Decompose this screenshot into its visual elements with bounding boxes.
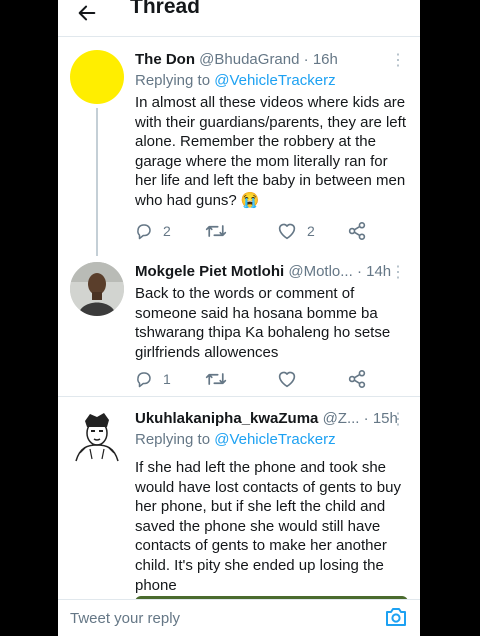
replying-to-mention[interactable]: @VehicleTrackerz	[214, 431, 335, 448]
replying-to: Replying to @VehicleTrackerz	[135, 71, 408, 91]
tweet-meta: Ukuhlakanipha_kwaZuma @Z... · 15h	[135, 409, 408, 429]
retweet-icon	[205, 225, 227, 237]
timestamp: 16h	[312, 51, 338, 68]
display-name[interactable]: The Don	[135, 51, 195, 68]
avatar[interactable]	[70, 262, 124, 316]
share-button[interactable]	[347, 368, 367, 390]
like-button[interactable]	[277, 368, 307, 390]
tweet[interactable]: ⋮ Ukuhlakanipha_kwaZuma @Z... · 15h Repl…	[58, 397, 420, 600]
tweet-text: Back to the words or comment of someone …	[135, 285, 391, 361]
replying-to: Replying to @VehicleTrackerz	[135, 430, 408, 450]
page-title: Thread	[130, 0, 201, 18]
avatar[interactable]	[70, 409, 124, 463]
thread-screen: ⋮ The Don @BhudaGrand · 16h Replying to …	[58, 0, 420, 636]
like-button[interactable]: 2	[277, 220, 315, 242]
reply-icon	[137, 372, 151, 388]
tweet-actions: 1	[135, 368, 405, 390]
tweet-actions: 2 2	[135, 220, 405, 242]
separator-dot: ·	[356, 263, 362, 280]
user-handle[interactable]: @Motlo...	[288, 263, 352, 280]
timestamp: 14h	[366, 263, 392, 280]
profile-photo	[70, 262, 124, 316]
share-icon	[348, 222, 366, 240]
timestamp: 15h	[372, 410, 398, 427]
replying-to-prefix: Replying to	[135, 72, 215, 89]
replying-to-prefix: Replying to	[135, 431, 215, 448]
reply-compose-bar: Tweet your reply	[58, 599, 420, 636]
tweet-text: In almost all these videos where kids ar…	[135, 94, 406, 209]
tweet[interactable]: ⋮ Mokgele Piet Motlohi @Motlo... · 14h B…	[58, 250, 420, 394]
retweet-button[interactable]	[205, 368, 237, 390]
reply-input[interactable]: Tweet your reply	[70, 610, 180, 627]
share-icon	[348, 370, 366, 388]
tweet-content: Ukuhlakanipha_kwaZuma @Z... · 15h Replyi…	[135, 409, 408, 595]
reply-count: 1	[163, 371, 171, 387]
separator-dot: ·	[303, 51, 309, 68]
arrow-left-icon[interactable]	[76, 0, 98, 30]
like-count: 2	[307, 223, 315, 239]
heart-icon	[278, 223, 296, 240]
tweet[interactable]: ⋮ The Don @BhudaGrand · 16h Replying to …	[58, 36, 420, 256]
avatar[interactable]	[70, 50, 124, 104]
tweet-meta: Mokgele Piet Motlohi @Motlo... · 14h	[135, 262, 408, 282]
heart-icon	[278, 371, 296, 388]
retweet-icon	[205, 373, 227, 385]
tweet-content: Mokgele Piet Motlohi @Motlo... · 14h Bac…	[135, 262, 408, 362]
reply-button[interactable]: 2	[135, 220, 171, 242]
retweet-button[interactable]	[205, 220, 237, 242]
reply-count: 2	[163, 223, 171, 239]
tweet-meta: The Don @BhudaGrand · 16h	[135, 50, 408, 70]
thread-connector-line	[96, 108, 98, 256]
replying-to-mention[interactable]: @VehicleTrackerz	[214, 72, 335, 89]
user-handle[interactable]: @Z...	[323, 410, 360, 427]
share-button[interactable]	[347, 220, 367, 242]
top-bar: Thread	[58, 0, 420, 37]
tweet-content: The Don @BhudaGrand · 16h Replying to @V…	[135, 50, 408, 211]
display-name[interactable]: Ukuhlakanipha_kwaZuma	[135, 410, 318, 427]
tweet-text: If she had left the phone and took she w…	[135, 459, 401, 594]
camera-icon[interactable]	[384, 606, 408, 633]
separator-dot: ·	[363, 410, 369, 427]
reply-icon	[137, 224, 151, 240]
sketch-portrait	[75, 413, 119, 462]
display-name[interactable]: Mokgele Piet Motlohi	[135, 263, 284, 280]
reply-button[interactable]: 1	[135, 368, 171, 390]
user-handle[interactable]: @BhudaGrand	[199, 51, 299, 68]
